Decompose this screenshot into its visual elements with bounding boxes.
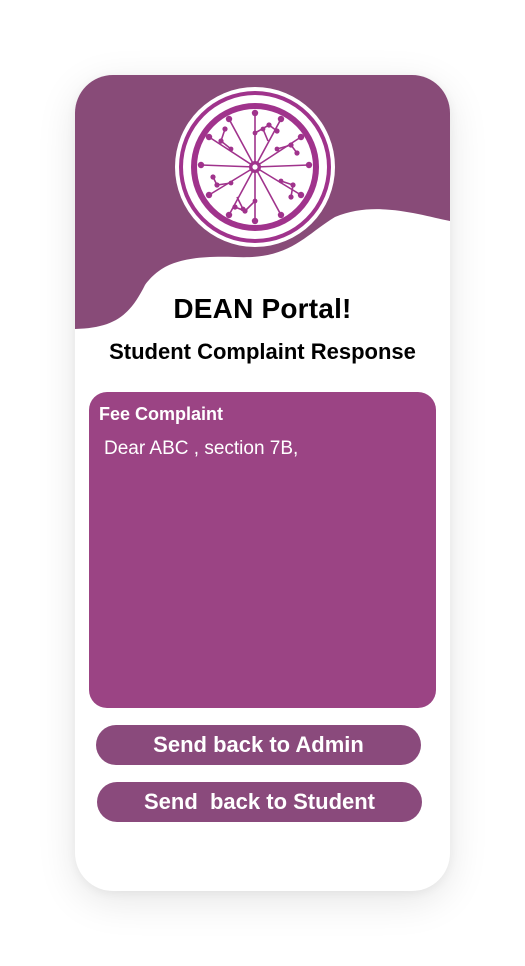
complaint-response-text[interactable]: Dear ABC , section 7B, <box>104 438 298 460</box>
send-back-to-admin-button[interactable]: Send back to Admin <box>96 725 421 765</box>
complaint-type-label: Fee Complaint <box>99 404 224 424</box>
complaint-card: Fee Complaint Dear ABC , section 7B, <box>89 392 436 708</box>
network-hub-logo-icon <box>175 87 335 247</box>
page-subtitle: Student Complaint Response <box>109 339 416 364</box>
phone-screen: DEAN Portal! Student Complaint Response … <box>75 75 450 891</box>
send-back-to-student-button[interactable]: Send back to Student <box>97 782 422 822</box>
page-title: DEAN Portal! <box>173 293 352 324</box>
